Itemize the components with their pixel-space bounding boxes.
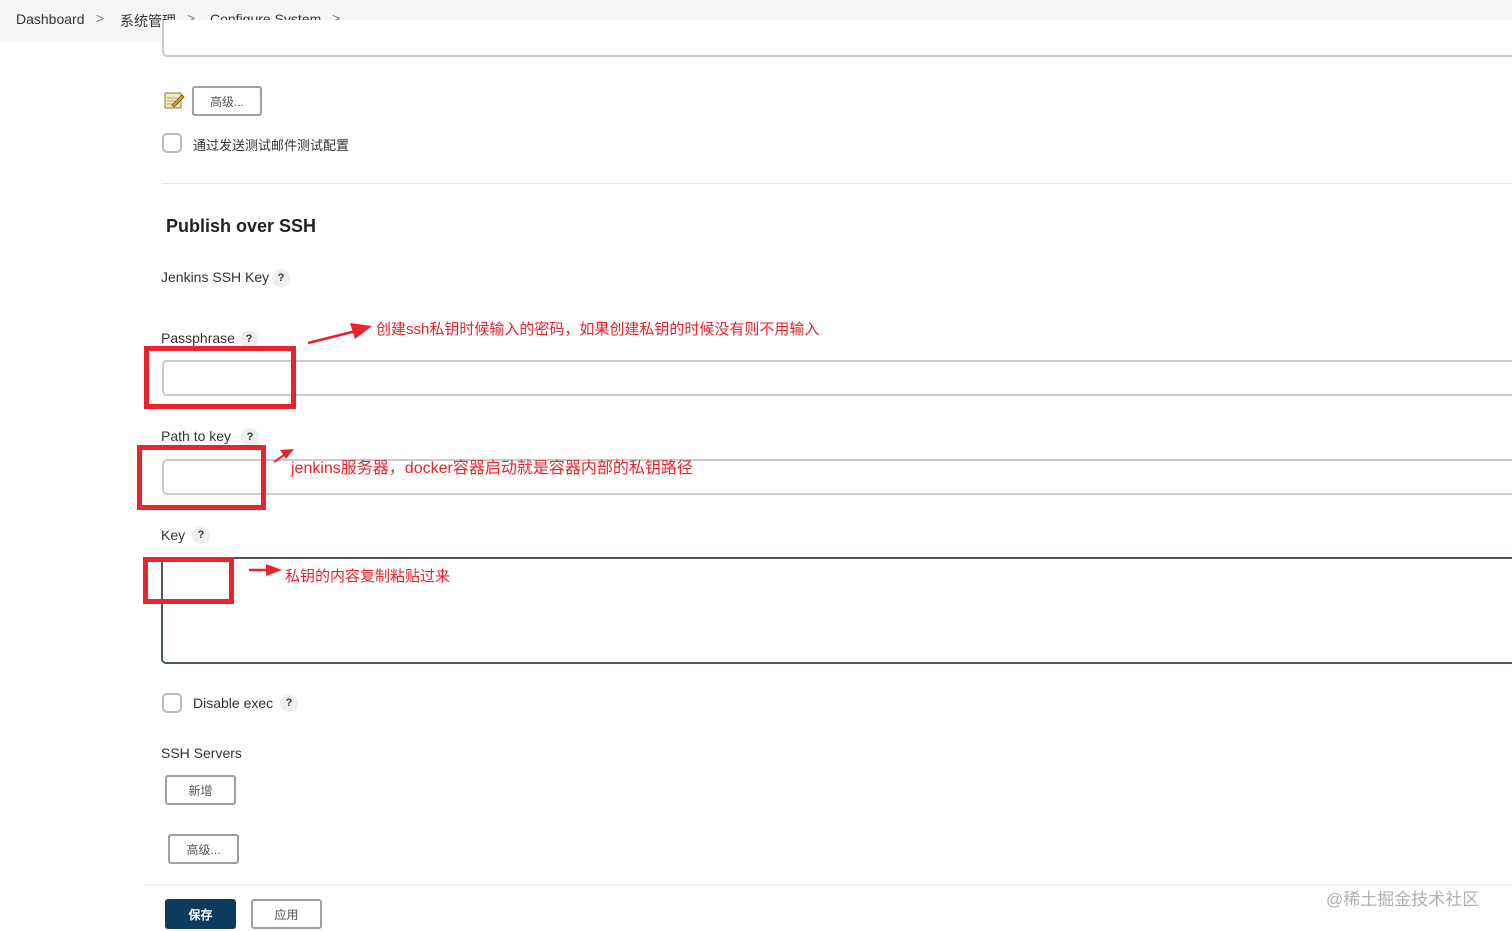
passphrase-label: Passphrase [161,330,235,346]
test-config-checkbox[interactable] [162,133,182,153]
arrow-icon [307,323,372,345]
notepad-icon [164,92,185,109]
disable-exec-checkbox[interactable] [162,693,182,713]
annotation-key-note: 私钥的内容复制粘贴过来 [285,568,451,585]
help-icon[interactable]: ? [280,694,298,712]
annotation-box-passphrase [144,346,296,409]
email-field-partial[interactable] [162,20,1512,57]
breadcrumb-dashboard[interactable]: Dashboard [16,11,85,27]
help-icon[interactable]: ? [192,526,210,544]
watermark: @稀土掘金技术社区 [1326,890,1480,909]
path-to-key-label: Path to key [161,428,232,444]
annotation-path-note: jenkins服务器，docker容器启动就是容器内部的私钥路径 [291,460,693,477]
add-ssh-server-button[interactable]: 新增 [165,775,236,805]
jenkins-ssh-key-label: Jenkins SSH Key [161,269,270,285]
annotation-box-key [143,557,234,604]
ssh-advanced-button[interactable]: 高级... [168,834,239,864]
annotation-passphrase-note: 创建ssh私钥时候输入的密码，如果创建私钥的时候没有则不用输入 [376,321,820,338]
passphrase-field[interactable] [162,360,1512,396]
help-icon[interactable]: ? [241,428,259,446]
email-advanced-button[interactable]: 高级... [192,86,262,116]
ssh-servers-label: SSH Servers [161,745,242,761]
section-title-publish-over-ssh: Publish over SSH [166,216,317,236]
help-icon[interactable]: ? [272,269,290,287]
apply-button[interactable]: 应用 [251,899,322,929]
test-config-label: 通过发送测试邮件测试配置 [193,138,350,153]
save-button[interactable]: 保存 [165,899,236,929]
key-label: Key [161,527,186,543]
section-divider [162,183,1512,184]
footer-shadow [145,884,1512,886]
annotation-box-path [137,445,266,510]
chevron-right-icon[interactable]: > [96,10,104,26]
disable-exec-label: Disable exec [193,695,274,711]
